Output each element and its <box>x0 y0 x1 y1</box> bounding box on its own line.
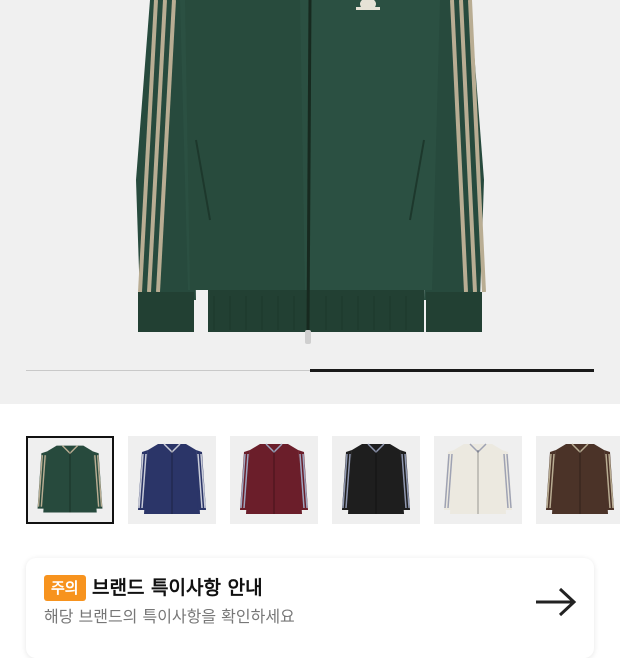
color-option-cream[interactable] <box>434 436 522 524</box>
jacket-thumbnail <box>138 443 206 514</box>
notice-title: 브랜드 특이사항 안내 <box>92 577 263 599</box>
jacket-thumbnail <box>240 443 308 514</box>
jacket-thumbnail <box>37 445 103 513</box>
product-image-gallery[interactable] <box>0 0 620 404</box>
jacket-thumbnail <box>444 443 512 514</box>
color-option-black[interactable] <box>332 436 420 524</box>
color-option-burgundy[interactable] <box>230 436 318 524</box>
caution-badge: 주의 <box>44 575 86 601</box>
color-option-brown[interactable] <box>536 436 620 524</box>
gallery-progress-indicator <box>310 369 594 372</box>
arrow-right-icon[interactable] <box>534 586 578 618</box>
color-option-list <box>0 404 620 544</box>
product-image <box>136 0 486 344</box>
color-option-green[interactable] <box>26 436 114 524</box>
brand-notice-card[interactable]: 주의 브랜드 특이사항 안내 해당 브랜드의 특이사항을 확인하세요 <box>26 558 594 658</box>
notice-subtitle: 해당 브랜드의 특이사항을 확인하세요 <box>44 607 295 626</box>
jacket-thumbnail <box>546 443 614 514</box>
color-option-navy[interactable] <box>128 436 216 524</box>
jacket-thumbnail <box>342 443 410 514</box>
